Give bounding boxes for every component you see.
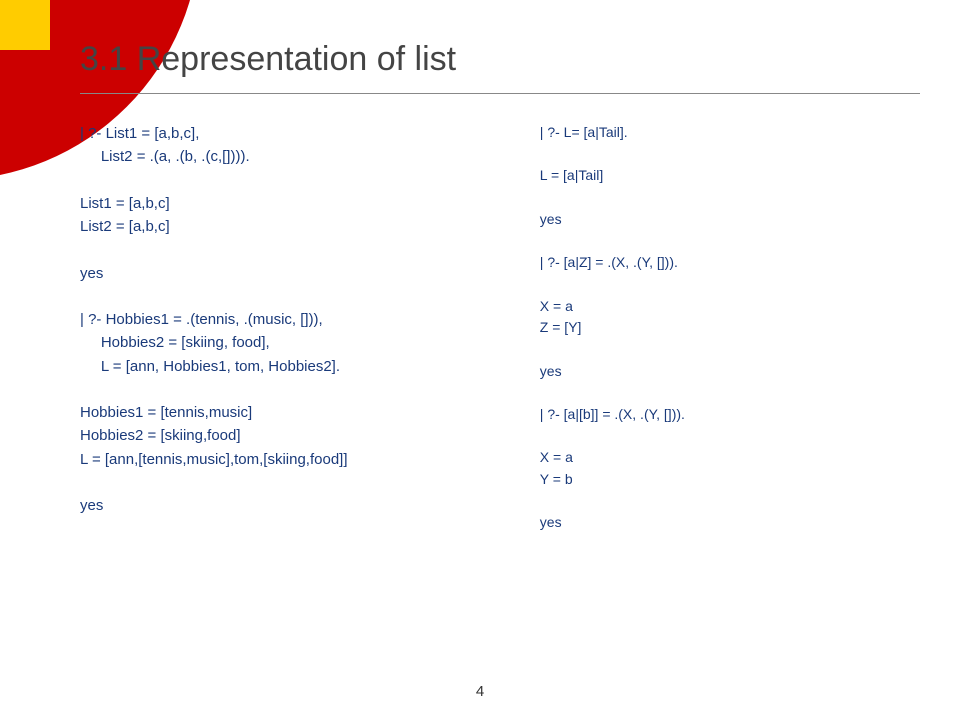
slide-content: 3.1 Representation of list | ?- List1 = …: [0, 0, 960, 720]
two-column-layout: | ?- List1 = [a,b,c], List2 = .(a, .(b, …: [80, 122, 920, 534]
right-code-block: | ?- L= [a|Tail]. L = [a|Tail] yes | ?- …: [540, 122, 920, 534]
title-underline: [80, 93, 920, 94]
slide-title: 3.1 Representation of list: [80, 40, 920, 79]
left-code-block: | ?- List1 = [a,b,c], List2 = .(a, .(b, …: [80, 122, 510, 534]
